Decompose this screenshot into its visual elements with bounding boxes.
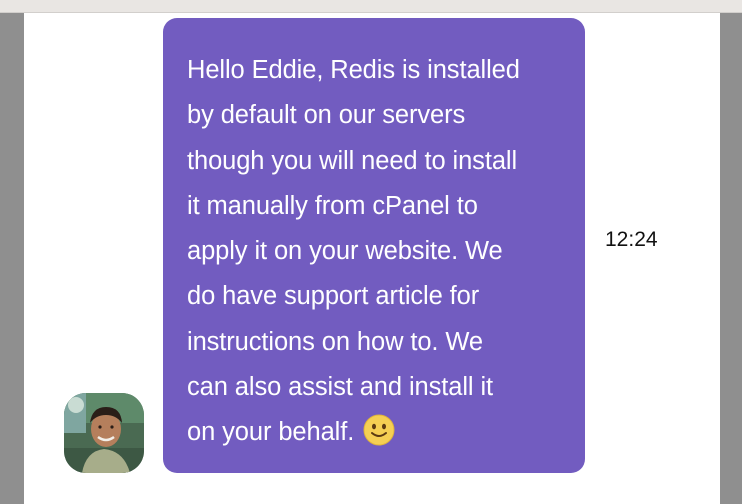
slightly-smiling-face-icon bbox=[363, 414, 395, 461]
message-line: can also assist and install it bbox=[187, 373, 493, 402]
message-last-line: on your behalf. bbox=[187, 410, 567, 461]
message-line: by default on our servers bbox=[187, 101, 466, 130]
avatar-photo bbox=[64, 393, 144, 473]
message-line: instructions on how to. We bbox=[187, 327, 483, 356]
message-line: do have support article for bbox=[187, 282, 480, 311]
message-timestamp: 12:24 bbox=[605, 228, 658, 251]
message-line: though you will need to install bbox=[187, 146, 518, 175]
message-line: apply it on your website. We bbox=[187, 237, 503, 266]
message-line-text: on your behalf. bbox=[187, 418, 355, 447]
window-top-bar bbox=[0, 0, 742, 13]
chat-panel: Hello Eddie, Redis is installed by defau… bbox=[24, 13, 720, 504]
message-line: it manually from cPanel to bbox=[187, 191, 478, 220]
message-line: Hello Eddie, Redis is installed bbox=[187, 56, 520, 84]
agent-avatar bbox=[64, 393, 144, 473]
message-bubble: Hello Eddie, Redis is installed by defau… bbox=[163, 18, 585, 473]
